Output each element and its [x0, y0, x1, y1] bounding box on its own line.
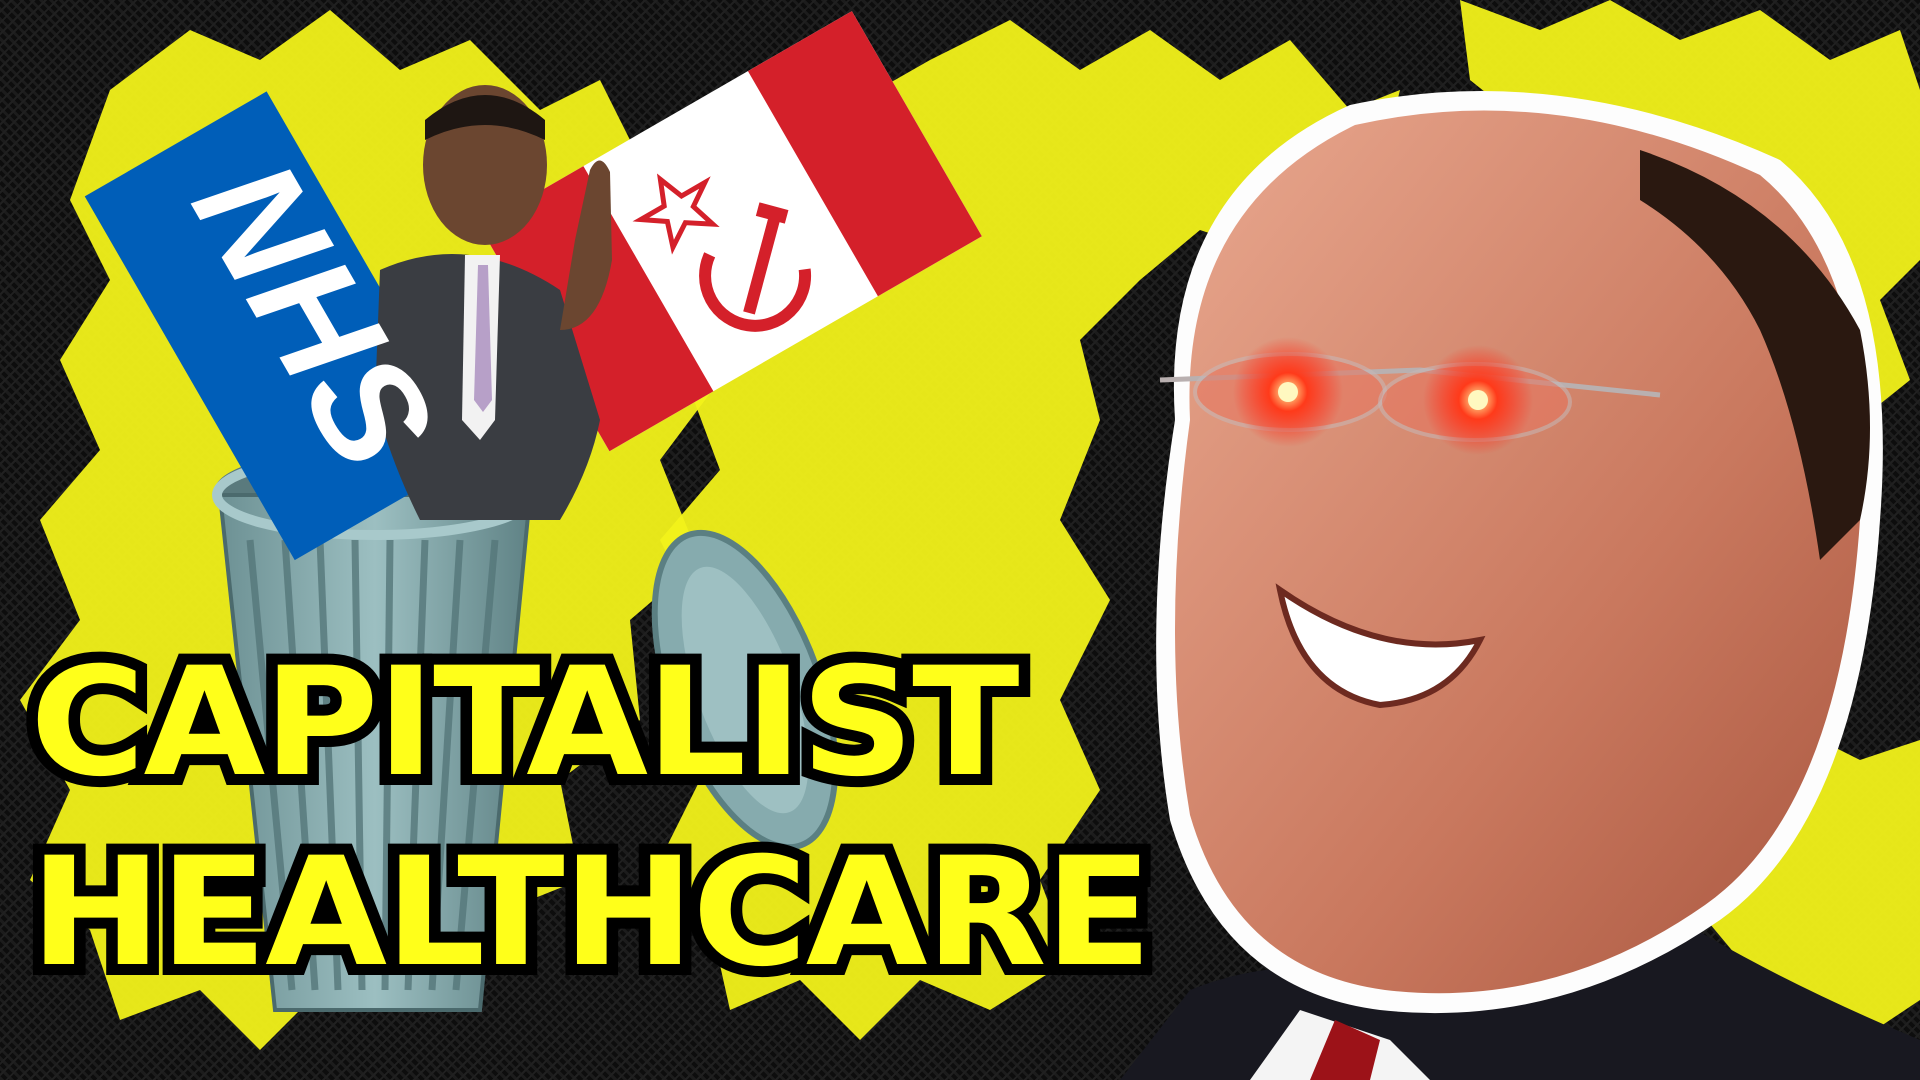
- headline-line-2: HEALTHCARE: [18, 826, 1163, 1000]
- headline-line-1: CAPITALIST: [18, 636, 1031, 810]
- thumbnail-canvas: NHS CAPITALIST HEALTHCARE: [0, 0, 1920, 1080]
